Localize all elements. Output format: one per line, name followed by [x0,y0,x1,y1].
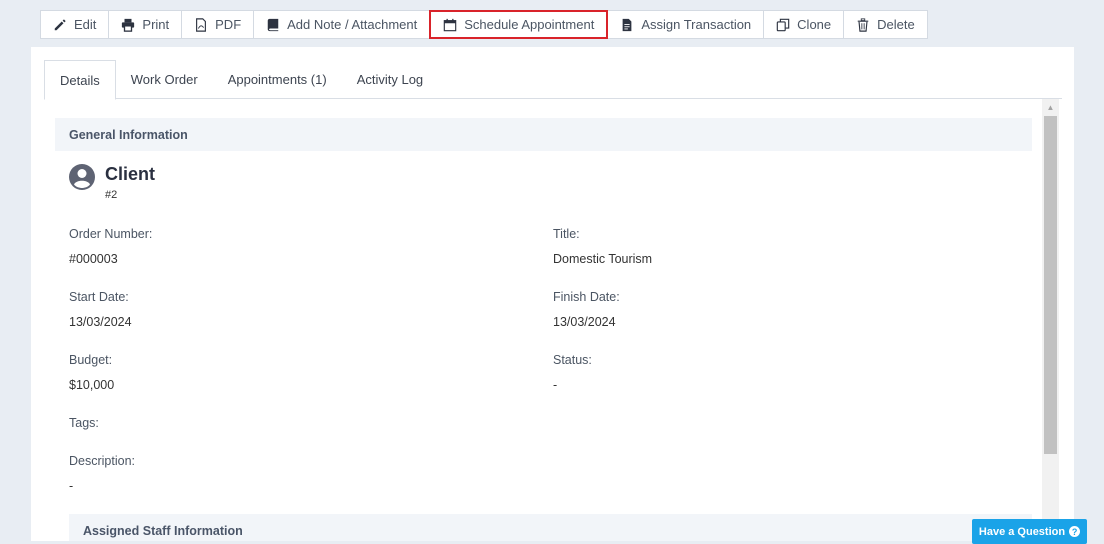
detail-tabs: Details Work Order Appointments (1) Acti… [44,60,1062,100]
start-date-label: Start Date: [69,290,129,304]
details-content: General Information Client #2 Order Numb… [55,118,1032,541]
scroll-up-arrow-icon[interactable]: ▲ [1042,99,1059,116]
status-value: - [553,378,558,392]
assigned-staff-header: Assigned Staff Information [69,514,1032,541]
description-label: Description: [69,454,135,468]
budget-value: $10,000 [69,378,115,392]
have-a-question-button[interactable]: Have a Question ? [972,519,1087,544]
title-value: Domestic Tourism [553,252,653,266]
description-value: - [69,479,74,493]
calendar-icon [443,18,457,31]
budget-label: Budget: [69,353,113,367]
client-block: Client #2 [68,163,155,201]
user-avatar-icon [69,164,95,190]
scroll-thumb[interactable] [1044,116,1057,454]
pdf-icon [196,17,207,32]
tab-activity-log[interactable]: Activity Log [342,60,438,99]
tab-appointments[interactable]: Appointments (1) [213,60,342,99]
pdf-button[interactable]: PDF [181,10,255,39]
printer-icon [122,18,135,32]
general-information-header: General Information [55,118,1032,151]
add-note-button[interactable]: Add Note / Attachment [253,10,431,39]
action-toolbar: Edit Print PDF Add Note / Attachment Sch… [40,10,928,39]
content-scrollbar[interactable]: ▲ [1042,99,1059,541]
title-label: Title: [553,227,580,241]
finish-date-label: Finish Date: [553,290,620,304]
finish-date-value: 13/03/2024 [553,315,616,329]
tags-label: Tags: [69,416,99,430]
start-date-value: 13/03/2024 [69,315,132,329]
tab-work-order[interactable]: Work Order [116,60,213,99]
print-button[interactable]: Print [108,10,183,39]
book-icon [267,18,279,31]
schedule-appointment-button[interactable]: Schedule Appointment [429,10,609,39]
order-number-label: Order Number: [69,227,153,241]
trash-icon [857,17,869,32]
status-label: Status: [553,353,592,367]
assign-transaction-button[interactable]: Assign Transaction [607,10,765,39]
clone-icon [776,18,790,31]
order-number-value: #000003 [69,252,118,266]
question-icon: ? [1069,526,1081,537]
edit-button[interactable]: Edit [40,10,110,39]
client-heading: Client [105,164,156,184]
pencil-icon [54,18,66,30]
document-icon [622,18,632,31]
client-id: #2 [105,189,118,201]
tab-details[interactable]: Details [44,60,116,100]
delete-button[interactable]: Delete [843,10,928,39]
clone-button[interactable]: Clone [763,10,845,39]
